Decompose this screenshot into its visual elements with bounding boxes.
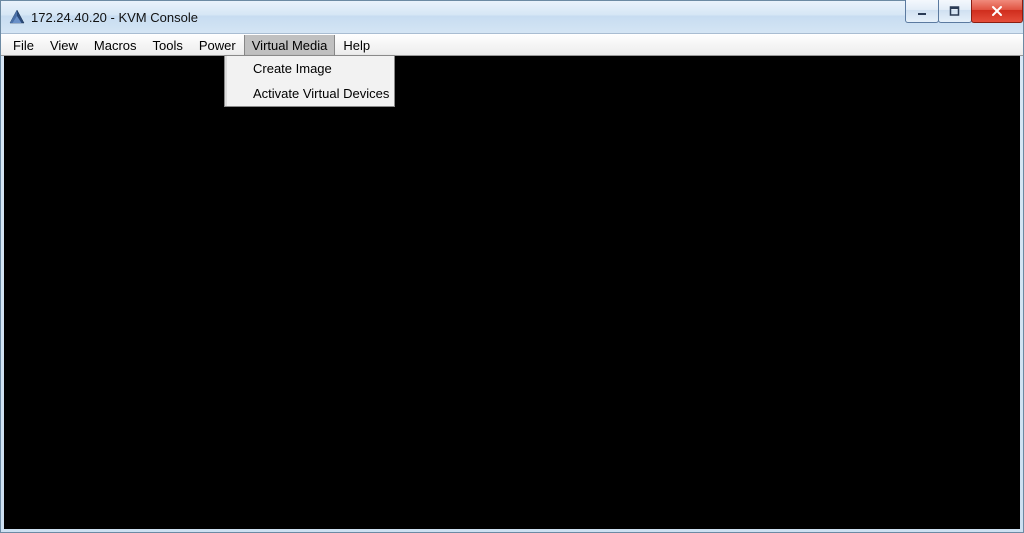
close-icon (990, 5, 1004, 17)
minimize-button[interactable] (905, 0, 939, 23)
maximize-button[interactable] (938, 0, 972, 23)
close-button[interactable] (971, 0, 1023, 23)
menubar: File View Macros Tools Power Virtual Med… (1, 34, 1023, 56)
menu-tools[interactable]: Tools (145, 35, 191, 55)
menu-macros[interactable]: Macros (86, 35, 145, 55)
app-icon (9, 9, 25, 25)
minimize-icon (916, 5, 928, 17)
menu-help[interactable]: Help (335, 35, 378, 55)
maximize-icon (949, 5, 961, 17)
virtual-media-dropdown: Create Image Activate Virtual Devices (224, 55, 395, 107)
window-controls (906, 0, 1023, 23)
menu-power[interactable]: Power (191, 35, 244, 55)
menu-virtual-media[interactable]: Virtual Media (244, 35, 336, 55)
app-window: 172.24.40.20 - KVM Console File Vie (0, 0, 1024, 533)
menu-file[interactable]: File (5, 35, 42, 55)
menu-view[interactable]: View (42, 35, 86, 55)
kvm-viewport[interactable] (4, 56, 1020, 529)
dropdown-activate-virtual-devices[interactable]: Activate Virtual Devices (225, 81, 394, 106)
dropdown-create-image[interactable]: Create Image (225, 56, 394, 81)
window-title: 172.24.40.20 - KVM Console (31, 10, 198, 25)
titlebar[interactable]: 172.24.40.20 - KVM Console (1, 1, 1023, 34)
